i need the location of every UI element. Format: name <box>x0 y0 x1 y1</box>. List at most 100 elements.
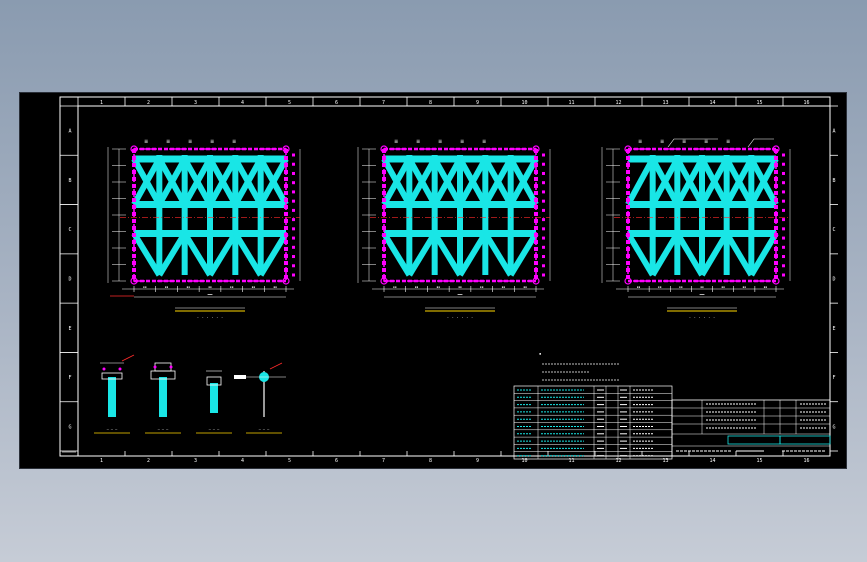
top-label: ≡ <box>460 138 464 145</box>
zone-number-bottom: 7 <box>382 458 385 464</box>
right-dim-marker <box>542 245 545 249</box>
right-dim-marker <box>542 199 545 203</box>
zone-letter-left: G <box>68 424 71 430</box>
bottom-dim-label: ▪▪ <box>502 285 506 289</box>
bottom-dim-label: ▪▪ <box>700 285 704 289</box>
cad-drawing-canvas[interactable]: 1122334455667788991010111112121313141415… <box>20 93 846 468</box>
general-notes: ▪ <box>539 351 620 381</box>
zone-number-top: 8 <box>429 100 432 106</box>
right-dim-marker <box>292 190 295 194</box>
right-dim-marker <box>292 153 295 157</box>
zone-number-top: 1 <box>100 100 103 106</box>
zone-number-bottom: 14 <box>709 458 715 464</box>
zone-number-top: 11 <box>568 100 574 106</box>
right-dim-marker <box>292 273 295 277</box>
zone-number-top: 9 <box>476 100 479 106</box>
right-dim-marker <box>542 171 545 175</box>
bottom-dim-label: ▪▪ <box>658 285 662 289</box>
top-label: ≡ <box>166 138 170 145</box>
right-dim-marker <box>542 264 545 268</box>
zone-number-bottom: 15 <box>756 458 762 464</box>
zone-letter-right: B <box>832 178 835 184</box>
right-dim-marker <box>292 181 295 185</box>
diagonal-lower <box>625 231 656 277</box>
zone-letter-right: D <box>832 277 835 283</box>
zone-letter-left: D <box>68 277 71 283</box>
detail-bolt <box>169 365 173 369</box>
zone-number-top: 6 <box>335 100 338 106</box>
bottom-dim-label: ▪▪ <box>273 285 277 289</box>
bottom-dim-label: ▪▪ <box>523 285 527 289</box>
right-dim-marker <box>782 255 785 259</box>
top-label: ≡ <box>660 138 664 145</box>
detail-caption: — — — <box>158 427 169 431</box>
right-dim-marker <box>782 227 785 231</box>
detail-label-block <box>234 375 246 379</box>
zone-number-top: 7 <box>382 100 385 106</box>
bottom-dim-label: ▪▪ <box>480 285 484 289</box>
diagonal-lower <box>232 231 264 277</box>
right-dim-marker <box>292 162 295 166</box>
right-dim-marker <box>542 218 545 222</box>
zone-number-bottom: 2 <box>147 458 150 464</box>
top-label: ≡ <box>438 138 442 145</box>
diagonal-lower <box>258 231 289 277</box>
right-dim-marker <box>292 208 295 212</box>
bottom-dim-label: ▪▪ <box>415 285 419 289</box>
leader-line <box>747 138 774 148</box>
right-dim-marker <box>782 218 785 222</box>
zone-letter-right: A <box>832 129 835 135</box>
top-label: ≡ <box>726 138 730 145</box>
diagonal-lower <box>131 231 162 277</box>
right-dim-marker <box>292 171 295 175</box>
right-dim-marker <box>782 153 785 157</box>
top-label: ≡ <box>232 138 236 145</box>
leader-line <box>667 138 718 148</box>
right-dim-marker <box>542 208 545 212</box>
diagonal-lower <box>406 231 438 277</box>
right-dim-marker <box>292 227 295 231</box>
bottom-dim-label: ▪▪ <box>230 285 234 289</box>
right-dim-marker <box>782 273 785 277</box>
diagonal-lower <box>207 231 238 277</box>
zone-letter-right: G <box>832 424 835 430</box>
section-detail-4: — — — <box>234 362 286 434</box>
zone-number-bottom: 8 <box>429 458 432 464</box>
diagonal-lower <box>650 231 680 277</box>
zone-number-top: 2 <box>147 100 150 106</box>
diagonal-lower <box>156 231 188 277</box>
detail-bolt <box>118 367 122 371</box>
top-label: ≡ <box>416 138 420 145</box>
zone-letter-left: C <box>68 227 71 233</box>
zone-letter-left: F <box>68 375 71 381</box>
zone-number-top: 14 <box>709 100 715 106</box>
zone-letter-left: A <box>68 129 71 135</box>
diagonal-lower <box>457 231 488 277</box>
right-dim-marker <box>782 190 785 194</box>
bottom-dim-label: ▪▪ <box>208 285 212 289</box>
detail-column <box>108 377 116 417</box>
detail-leader <box>269 362 283 370</box>
detail-leader <box>121 354 135 362</box>
bottom-dim-label: ▪▪ <box>742 285 746 289</box>
zone-number-top: 10 <box>521 100 527 106</box>
diagonal-lower <box>182 231 213 277</box>
overall-dim-label: ━━ <box>457 292 463 297</box>
detail-column <box>159 377 167 417</box>
detail-caption: — — — <box>107 427 118 431</box>
zone-number-bottom: 5 <box>288 458 291 464</box>
truss-elevation-c: ≡ ≡ ≡ ≡ ≡▪▪ ▪▪ ▪▪ ▪▪ ▪▪ ▪▪ ▪▪━━· · · · · · <box>601 138 791 320</box>
diagonal-lower <box>432 231 463 277</box>
overall-dim-label: ━━ <box>699 292 705 297</box>
diagonal-lower <box>674 231 705 277</box>
detail-cap <box>154 362 172 372</box>
right-dim-marker <box>292 236 295 240</box>
right-dim-marker <box>542 273 545 277</box>
bottom-dim-label: ▪▪ <box>721 285 725 289</box>
caption-sub: · · · · · · <box>447 315 474 320</box>
zone-number-bottom: 3 <box>194 458 197 464</box>
caption-sub: · · · · · · <box>197 315 224 320</box>
diagonal-lower <box>699 231 730 277</box>
drawing-viewport[interactable]: 1 1 2 2 3 3 4 4 5 5 6 6 7 7 8 8 9 9 10 10 11 11 12 12 13 13 14 14 15… <box>20 93 846 468</box>
title-block <box>671 399 831 457</box>
